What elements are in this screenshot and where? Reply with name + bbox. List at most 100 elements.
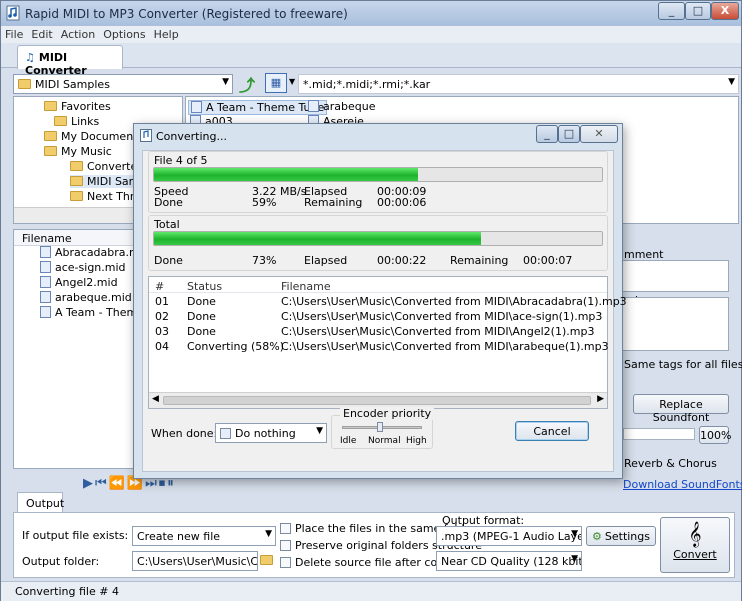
- midi-file-icon: [40, 276, 51, 288]
- dialog-maximize-button[interactable]: □: [558, 125, 580, 143]
- convert-button[interactable]: 𝄞 Convert: [660, 517, 730, 573]
- tab-output[interactable]: Output: [17, 492, 64, 513]
- output-folder-field[interactable]: C:\Users\User\Music\Converte: [132, 551, 258, 571]
- volume-value[interactable]: 100%: [699, 426, 731, 444]
- total-progress-bar: [153, 231, 603, 246]
- main-tab-strip: ♫ MIDI Converter: [1, 43, 741, 77]
- encoder-priority-label: Encoder priority: [340, 407, 435, 420]
- menu-file[interactable]: File: [1, 26, 27, 43]
- file-list-item[interactable]: arabeque.mid: [40, 291, 132, 304]
- file-count-label: File 4 of 5: [154, 154, 208, 167]
- file-list-item[interactable]: ace-sign.mid: [40, 261, 126, 274]
- close-button[interactable]: X: [711, 2, 739, 20]
- filter-value: *.mid;*.midi;*.rmi;*.kar: [303, 78, 431, 91]
- midi-file-icon: [308, 100, 319, 112]
- lyrics-field[interactable]: [621, 297, 729, 351]
- job-row-number: 03: [155, 325, 169, 338]
- previous-icon[interactable]: ⏮: [95, 476, 109, 491]
- folder-icon: [70, 176, 83, 186]
- converting-dialog: Converting... _ □ ✕ File 4 of 5 Speed 3.…: [133, 123, 627, 479]
- list-header-divider: [149, 292, 607, 293]
- scroll-thumb[interactable]: [163, 396, 591, 405]
- filter-combo[interactable]: *.mid;*.midi;*.rmi;*.kar ▼: [298, 74, 739, 94]
- job-row-file: C:\Users\User\Music\Converted from MIDI\…: [281, 295, 627, 308]
- total-elapsed-value: 00:00:22: [377, 254, 427, 267]
- treble-clef-icon: 𝄞: [688, 522, 702, 547]
- checkbox-icon: [280, 557, 291, 568]
- tree-item-label: Favorites: [61, 100, 111, 113]
- tree-item-my-documents[interactable]: My Documents: [44, 130, 143, 143]
- if-exists-label: If output file exists:: [22, 529, 129, 542]
- output-format-select[interactable]: .mp3 (MPEG-1 Audio Layer 3)▼: [436, 526, 582, 546]
- job-row-status: Done: [187, 325, 216, 338]
- file-remaining-label: Remaining: [304, 196, 363, 209]
- file-progress-bar: [153, 167, 603, 182]
- folder-combo[interactable]: MIDI Samples ▼: [13, 74, 233, 94]
- view-mode-icon[interactable]: ▦: [265, 73, 287, 93]
- job-row-file: C:\Users\User\Music\Converted from MIDI\…: [281, 310, 603, 323]
- menu-options[interactable]: Options: [99, 26, 149, 43]
- when-done-select[interactable]: Do nothing ▼: [215, 423, 327, 443]
- folder-icon: [70, 191, 83, 201]
- browser-file-a-team[interactable]: A Team - Theme Tune: [188, 100, 328, 115]
- replace-soundfont-button[interactable]: Replace Soundfont: [633, 394, 729, 424]
- priority-normal-label: Normal: [368, 436, 401, 446]
- view-mode-dropdown-icon[interactable]: ▼: [289, 77, 295, 86]
- chevron-down-icon: ▼: [222, 77, 229, 87]
- scroll-left-icon[interactable]: ◀: [152, 394, 159, 404]
- encoder-priority-group: Encoder priority Idle Normal High: [331, 407, 435, 449]
- total-progress-group: Total Done 73% Elapsed 00:00:22 Remainin…: [148, 215, 608, 271]
- tab-midi-converter[interactable]: ♫ MIDI Converter: [17, 45, 123, 77]
- file-list-item[interactable]: Angel2.mid: [40, 276, 118, 289]
- file-list-item-label: Angel2.mid: [55, 276, 118, 289]
- comment-field[interactable]: [621, 260, 729, 292]
- cancel-button[interactable]: Cancel: [515, 421, 589, 441]
- dialog-minimize-button[interactable]: _: [536, 125, 558, 143]
- dialog-close-button[interactable]: ✕: [580, 125, 618, 143]
- volume-slider[interactable]: [623, 428, 695, 440]
- priority-slider-thumb[interactable]: [377, 422, 383, 432]
- job-row-status: Converting (58%): [187, 340, 285, 353]
- rewind-icon[interactable]: ⏪: [109, 476, 127, 491]
- priority-high-label: High: [406, 436, 427, 446]
- maximize-button[interactable]: □: [685, 2, 711, 20]
- tree-item-label: My Music: [61, 145, 112, 158]
- play-icon[interactable]: ▶: [83, 476, 95, 491]
- total-done-value: 73%: [252, 254, 277, 267]
- menu-action[interactable]: Action: [57, 26, 99, 43]
- tree-item-label: My Documents: [61, 130, 144, 143]
- total-label: Total: [154, 218, 180, 231]
- up-folder-icon[interactable]: ⤴: [239, 72, 259, 95]
- browse-folder-icon[interactable]: [260, 551, 276, 569]
- dialog-title: Converting...: [156, 130, 227, 143]
- folder-icon: [18, 79, 31, 89]
- quality-select[interactable]: Near CD Quality (128 kbit/s) ▼: [436, 551, 582, 571]
- if-exists-select[interactable]: Create new file ▼: [132, 526, 276, 546]
- download-soundfonts-link[interactable]: Download SoundFonts!: [623, 478, 742, 491]
- midi-file-icon: [40, 246, 51, 258]
- tree-item-links[interactable]: Links: [54, 115, 99, 128]
- tree-item-label: Links: [71, 115, 100, 128]
- menu-edit[interactable]: Edit: [27, 26, 56, 43]
- settings-button[interactable]: ⚙ Settings: [586, 526, 656, 546]
- chevron-down-icon: ▼: [571, 529, 578, 539]
- chevron-down-icon: ▼: [728, 77, 735, 87]
- convert-label: Convert: [673, 548, 717, 561]
- file-progress-fill: [154, 168, 419, 181]
- folder-icon: [44, 101, 57, 111]
- file-list-item-label: arabeque.mid: [55, 291, 132, 304]
- minimize-button[interactable]: _: [658, 2, 685, 20]
- tree-item-favorites[interactable]: Favorites: [44, 100, 111, 113]
- menu-help[interactable]: Help: [150, 26, 183, 43]
- job-list-horizontal-scrollbar[interactable]: ◀ ▶: [149, 392, 607, 408]
- scroll-right-icon[interactable]: ▶: [597, 394, 604, 404]
- browser-file-arabeque[interactable]: arabeque: [308, 100, 375, 113]
- chevron-down-icon: ▼: [316, 426, 323, 436]
- folder-icon: [54, 116, 67, 126]
- file-remaining-value: 00:00:06: [377, 196, 427, 209]
- title-bar: Rapid MIDI to MP3 Converter (Registered …: [1, 1, 741, 26]
- tree-item-my-music[interactable]: My Music: [44, 145, 112, 158]
- total-progress-fill: [154, 232, 482, 245]
- midi-file-icon: [40, 261, 51, 273]
- folder-combo-value: MIDI Samples: [35, 78, 110, 91]
